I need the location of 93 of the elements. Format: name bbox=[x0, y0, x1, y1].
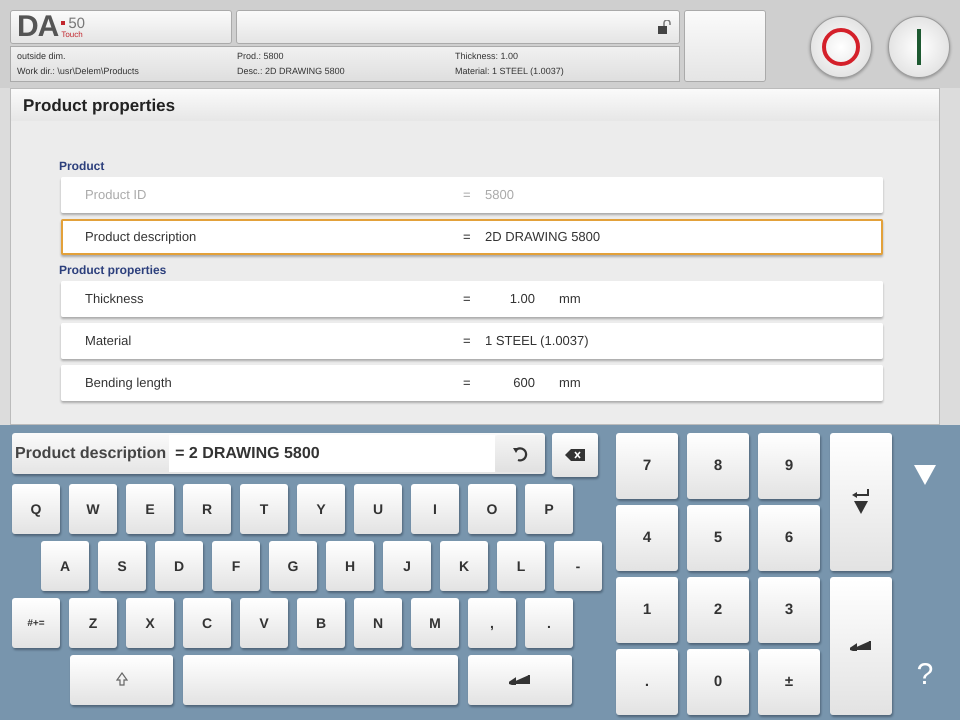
key[interactable]: S bbox=[98, 541, 146, 591]
key[interactable]: Y bbox=[297, 484, 345, 534]
key[interactable]: , bbox=[468, 598, 516, 648]
key[interactable]: D bbox=[155, 541, 203, 591]
property-row[interactable]: Material = 1 STEEL (1.0037) bbox=[61, 323, 883, 359]
equals-sign: = bbox=[463, 332, 472, 350]
equals-sign: = bbox=[463, 186, 472, 204]
undo-icon bbox=[512, 446, 528, 462]
key[interactable]: - bbox=[554, 541, 602, 591]
key[interactable]: Z bbox=[69, 598, 117, 648]
property-label: Thickness bbox=[84, 290, 145, 308]
equals-sign: = bbox=[463, 290, 472, 308]
number-key[interactable]: 4 bbox=[616, 505, 678, 571]
key[interactable]: Q bbox=[12, 484, 60, 534]
key[interactable]: U bbox=[354, 484, 402, 534]
section-heading: Product bbox=[59, 158, 106, 175]
key[interactable]: C bbox=[183, 598, 231, 648]
key[interactable]: B bbox=[297, 598, 345, 648]
unit-label: mm bbox=[559, 290, 581, 308]
panel-title: Product properties bbox=[11, 89, 939, 121]
key[interactable]: J bbox=[383, 541, 431, 591]
equals-sign: = bbox=[463, 374, 472, 392]
info-text: Thickness: 1.00 bbox=[454, 50, 520, 63]
key[interactable]: R bbox=[183, 484, 231, 534]
property-row[interactable]: Product description = 2D DRAWING 5800 bbox=[61, 219, 883, 255]
property-value: 1 STEEL (1.0037) bbox=[485, 332, 589, 350]
logo-text: DA bbox=[17, 12, 58, 42]
backspace-button[interactable] bbox=[552, 433, 598, 477]
property-row[interactable]: Thickness = 1.00 mm bbox=[61, 281, 883, 317]
key[interactable]: F bbox=[212, 541, 260, 591]
key[interactable]: T bbox=[240, 484, 288, 534]
property-value: 600 bbox=[512, 374, 535, 392]
info-text: Prod.: 5800 bbox=[236, 50, 285, 63]
number-key[interactable]: 1 bbox=[616, 577, 678, 643]
number-key[interactable]: 7 bbox=[616, 433, 678, 499]
key[interactable]: L bbox=[497, 541, 545, 591]
property-row[interactable]: Bending length = 600 mm bbox=[61, 365, 883, 401]
input-label: Product description bbox=[14, 444, 168, 464]
info-text: Work dir.: \usr\Delem\Products bbox=[17, 64, 140, 78]
equals-sign: = bbox=[463, 228, 472, 246]
key[interactable]: M bbox=[411, 598, 459, 648]
number-key[interactable]: 2 bbox=[687, 577, 749, 643]
key[interactable]: H bbox=[326, 541, 374, 591]
key[interactable]: #+= bbox=[12, 598, 60, 648]
key[interactable]: O bbox=[468, 484, 516, 534]
toolbar-button[interactable] bbox=[684, 10, 766, 82]
triangle-down-icon bbox=[914, 464, 936, 485]
info-text: outside dim. bbox=[17, 50, 67, 63]
text-input-field[interactable]: Product description = 2 DRAWING 5800 bbox=[12, 433, 545, 474]
info-text: Desc.: 2D DRAWING 5800 bbox=[236, 64, 346, 78]
property-label: Product description bbox=[84, 228, 198, 246]
property-label: Bending length bbox=[84, 374, 173, 392]
number-key[interactable]: 6 bbox=[758, 505, 820, 571]
number-key[interactable]: 0 bbox=[687, 649, 749, 715]
key[interactable]: . bbox=[525, 598, 573, 648]
number-key[interactable]: 5 bbox=[687, 505, 749, 571]
hide-keyboard-button[interactable] bbox=[914, 463, 936, 487]
property-label: Material bbox=[84, 332, 132, 350]
enter-icon bbox=[850, 641, 872, 651]
number-key[interactable]: 8 bbox=[687, 433, 749, 499]
enter-icon bbox=[509, 675, 531, 685]
unit-label: mm bbox=[559, 374, 581, 392]
number-key[interactable]: . bbox=[616, 649, 678, 715]
key[interactable]: A bbox=[41, 541, 89, 591]
key[interactable]: G bbox=[269, 541, 317, 591]
property-value: 2D DRAWING 5800 bbox=[485, 228, 600, 246]
backspace-icon bbox=[565, 449, 585, 461]
start-button[interactable] bbox=[888, 16, 950, 78]
logo-model: 50 bbox=[68, 16, 86, 30]
number-key[interactable]: 3 bbox=[758, 577, 820, 643]
key[interactable]: E bbox=[126, 484, 174, 534]
start-icon bbox=[916, 29, 922, 65]
key[interactable]: W bbox=[69, 484, 117, 534]
number-key[interactable]: 9 bbox=[758, 433, 820, 499]
property-value: 5800 bbox=[485, 186, 515, 204]
enter-down-icon bbox=[852, 489, 870, 515]
stop-icon bbox=[821, 27, 861, 67]
property-label: Product ID bbox=[84, 186, 148, 204]
key[interactable]: I bbox=[411, 484, 459, 534]
number-key[interactable]: ± bbox=[758, 649, 820, 715]
key[interactable]: N bbox=[354, 598, 402, 648]
key[interactable]: X bbox=[126, 598, 174, 648]
shift-icon bbox=[116, 672, 128, 688]
stop-button[interactable] bbox=[810, 16, 872, 78]
info-text: Material: 1 STEEL (1.0037) bbox=[454, 64, 565, 78]
key[interactable]: V bbox=[240, 598, 288, 648]
property-value: 1.00 bbox=[508, 290, 535, 308]
undo-button[interactable] bbox=[495, 435, 545, 472]
key[interactable]: P bbox=[525, 484, 573, 534]
logo-edition: Touch bbox=[61, 30, 84, 38]
enter-key[interactable] bbox=[468, 655, 572, 705]
key[interactable]: K bbox=[440, 541, 488, 591]
section-heading: Product properties bbox=[59, 262, 168, 279]
